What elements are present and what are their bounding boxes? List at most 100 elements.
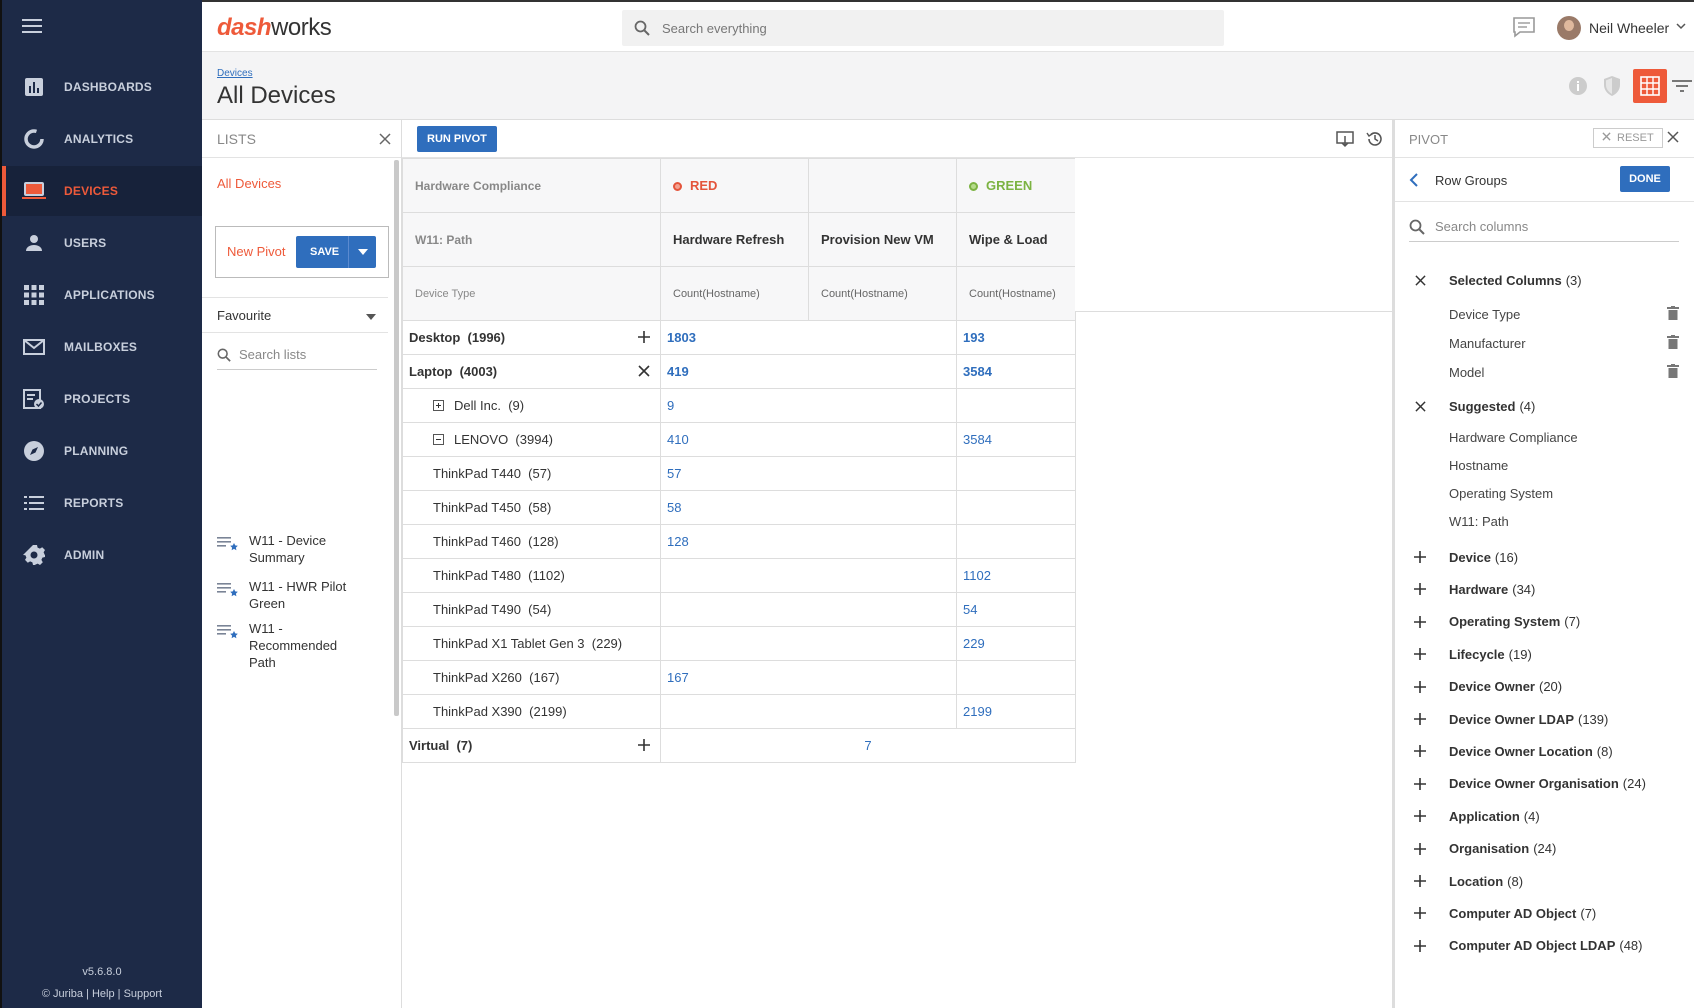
logo[interactable]: dashworks: [217, 14, 332, 42]
value-cell[interactable]: 193: [956, 320, 1076, 355]
sidebar-item-mailboxes[interactable]: MAILBOXES: [2, 322, 204, 372]
list-all-devices[interactable]: All Devices: [217, 176, 281, 191]
row-label-cell[interactable]: Laptop (4003): [402, 354, 661, 389]
close-icon[interactable]: [379, 132, 391, 148]
row-label-cell[interactable]: ThinkPad T490 (54): [402, 592, 661, 627]
sidebar-item-analytics[interactable]: ANALYTICS: [2, 114, 204, 164]
value-cell[interactable]: 167: [660, 660, 809, 695]
suggested-header[interactable]: Suggested (4): [1409, 394, 1679, 418]
column-group-item[interactable]: Computer AD Object (7): [1409, 901, 1679, 925]
value-cell[interactable]: [808, 660, 957, 695]
value-cell[interactable]: [956, 490, 1076, 525]
column-header[interactable]: Hardware Refresh: [660, 212, 809, 267]
column-header-green[interactable]: GREEN: [956, 158, 1076, 213]
chevron-left-icon[interactable]: [1409, 173, 1419, 190]
favourite-select[interactable]: Favourite: [202, 297, 388, 333]
sidebar-item-applications[interactable]: APPLICATIONS: [2, 270, 204, 320]
value-cell[interactable]: [956, 660, 1076, 695]
value-cell[interactable]: 1102: [956, 558, 1076, 593]
trash-icon[interactable]: [1667, 306, 1679, 323]
value-cell[interactable]: [808, 626, 957, 661]
chat-icon[interactable]: [1512, 16, 1536, 38]
add-icon[interactable]: [1409, 777, 1431, 790]
row-label-cell[interactable]: ThinkPad X390 (2199): [402, 694, 661, 729]
value-cell[interactable]: 57: [660, 456, 809, 491]
close-icon[interactable]: [1409, 400, 1431, 412]
download-icon[interactable]: [1336, 130, 1354, 151]
column-group-item[interactable]: Hardware (34): [1409, 577, 1679, 601]
value-cell[interactable]: [808, 320, 957, 355]
selected-column-item[interactable]: Device Type: [1409, 302, 1679, 326]
value-cell[interactable]: [660, 694, 809, 729]
filter-icon[interactable]: [1668, 72, 1694, 100]
value-cell[interactable]: [660, 626, 809, 661]
column-search-input[interactable]: Search columns: [1409, 212, 1679, 242]
value-cell[interactable]: 3584: [956, 422, 1076, 457]
row-label-cell[interactable]: ThinkPad T460 (128): [402, 524, 661, 559]
value-cell[interactable]: [808, 422, 957, 457]
user-name[interactable]: Neil Wheeler: [1589, 20, 1669, 36]
saved-list-item[interactable]: W11 - Device Summary: [217, 532, 326, 566]
column-group-item[interactable]: Operating System (7): [1409, 610, 1679, 634]
value-cell[interactable]: [808, 558, 957, 593]
value-cell[interactable]: [808, 456, 957, 491]
add-icon[interactable]: [1409, 939, 1431, 952]
table-view-icon[interactable]: [1633, 69, 1667, 103]
sidebar-item-planning[interactable]: PLANNING: [2, 426, 204, 476]
avatar[interactable]: [1557, 16, 1581, 40]
footer-links[interactable]: © Juriba | Help | Support: [2, 988, 202, 1000]
value-cell[interactable]: 229: [956, 626, 1076, 661]
suggested-column-item[interactable]: W11: Path: [1409, 509, 1679, 533]
value-cell[interactable]: [956, 456, 1076, 491]
shield-icon[interactable]: [1598, 72, 1626, 100]
column-group-item[interactable]: Device Owner LDAP (139): [1409, 707, 1679, 731]
reset-button[interactable]: RESET: [1593, 128, 1663, 148]
dropdown-arrow-icon[interactable]: [358, 249, 368, 255]
global-search[interactable]: Search everything: [622, 10, 1224, 46]
value-cell[interactable]: 9: [660, 388, 809, 423]
list-search-input[interactable]: Search lists: [217, 340, 377, 370]
add-icon[interactable]: [1409, 810, 1431, 823]
value-cell[interactable]: [956, 388, 1076, 423]
add-icon[interactable]: [1409, 680, 1431, 693]
trash-icon[interactable]: [1667, 364, 1679, 381]
value-cell[interactable]: [808, 490, 957, 525]
save-button[interactable]: SAVE: [296, 236, 376, 268]
column-group-item[interactable]: Device Owner Location (8): [1409, 739, 1679, 763]
value-cell[interactable]: [808, 694, 957, 729]
sidebar-item-projects[interactable]: PROJECTS: [2, 374, 204, 424]
row-label-cell[interactable]: Desktop (1996): [402, 320, 661, 355]
row-label-cell[interactable]: Virtual (7): [402, 728, 661, 763]
add-icon[interactable]: [1409, 648, 1431, 661]
saved-list-item[interactable]: W11 - Recommended Path: [217, 620, 337, 671]
add-icon[interactable]: [1409, 842, 1431, 855]
close-icon[interactable]: [638, 365, 650, 380]
breadcrumb[interactable]: Devices: [217, 68, 253, 79]
column-group-item[interactable]: Lifecycle (19): [1409, 642, 1679, 666]
value-cell[interactable]: [808, 592, 957, 627]
column-group-item[interactable]: Device (16): [1409, 545, 1679, 569]
info-icon[interactable]: [1564, 72, 1592, 100]
sidebar-item-dashboards[interactable]: DASHBOARDS: [2, 62, 204, 112]
value-cell[interactable]: [808, 388, 957, 423]
chevron-down-icon[interactable]: [1676, 22, 1686, 30]
selected-column-item[interactable]: Manufacturer: [1409, 331, 1679, 355]
row-label-cell[interactable]: ThinkPad T480 (1102): [402, 558, 661, 593]
suggested-column-item[interactable]: Hardware Compliance: [1409, 425, 1679, 449]
selected-columns-header[interactable]: Selected Columns (3): [1409, 268, 1679, 292]
column-group-item[interactable]: Computer AD Object LDAP (48): [1409, 934, 1679, 958]
collapse-icon[interactable]: [433, 434, 444, 445]
row-label-cell[interactable]: ThinkPad X260 (167): [402, 660, 661, 695]
value-cell[interactable]: 1803: [660, 320, 809, 355]
row-label-cell[interactable]: Dell Inc. (9): [402, 388, 661, 423]
saved-list-item[interactable]: W11 - HWR Pilot Green: [217, 578, 346, 612]
value-cell[interactable]: [956, 524, 1076, 559]
value-cell[interactable]: 410: [660, 422, 809, 457]
sidebar-item-devices[interactable]: DEVICES: [2, 166, 204, 216]
add-icon[interactable]: [1409, 875, 1431, 887]
sidebar-item-admin[interactable]: ADMIN: [2, 530, 204, 580]
value-cell[interactable]: 54: [956, 592, 1076, 627]
value-cell[interactable]: 3584: [956, 354, 1076, 389]
column-header[interactable]: Provision New VM: [808, 212, 957, 267]
add-icon[interactable]: [1409, 713, 1431, 725]
